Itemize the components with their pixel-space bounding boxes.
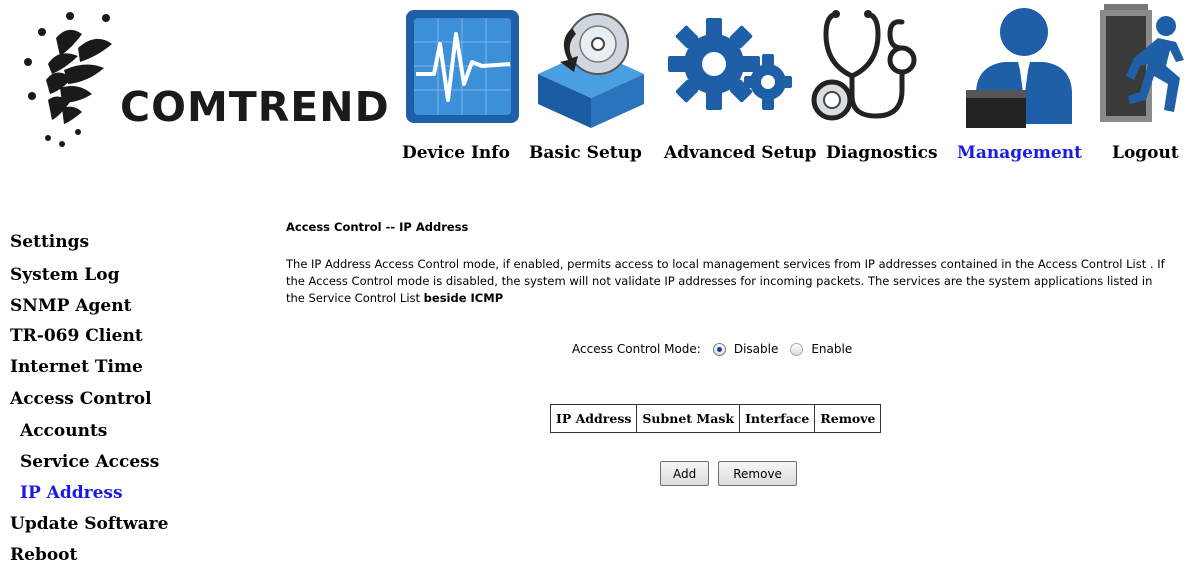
enable-radio-label: Enable — [811, 342, 853, 356]
management-icon[interactable] — [962, 4, 1074, 129]
sidebar-item-access-control[interactable]: Access Control — [10, 389, 152, 409]
sidebar-item-accounts[interactable]: Accounts — [20, 421, 107, 441]
description-text: The IP Address Access Control mode, if e… — [286, 257, 1165, 305]
sidebar: Settings System Log SNMP Agent TR-069 Cl… — [0, 204, 232, 565]
nav-basic-setup[interactable]: Basic Setup — [529, 143, 642, 163]
nav-logout[interactable]: Logout — [1112, 143, 1179, 163]
page-description: The IP Address Access Control mode, if e… — [286, 256, 1166, 307]
sidebar-item-settings[interactable]: Settings — [10, 232, 89, 252]
device-info-icon[interactable] — [400, 4, 525, 129]
nav-device-info[interactable]: Device Info — [402, 143, 510, 163]
disable-radio[interactable] — [712, 342, 726, 356]
button-row: Add Remove — [660, 461, 797, 486]
access-control-mode-label: Access Control Mode: — [572, 342, 701, 356]
nav-diagnostics[interactable]: Diagnostics — [826, 143, 938, 163]
nav-management[interactable]: Management — [957, 143, 1082, 163]
enable-radio[interactable] — [790, 342, 804, 356]
sidebar-item-tr069-client[interactable]: TR-069 Client — [10, 326, 143, 346]
page-title: Access Control -- IP Address — [286, 220, 469, 234]
diagnostics-icon[interactable] — [806, 4, 926, 129]
description-bold-text: beside ICMP — [423, 291, 504, 305]
advanced-setup-icon[interactable] — [666, 4, 796, 129]
logout-icon[interactable] — [1096, 4, 1188, 129]
remove-button[interactable]: Remove — [718, 461, 797, 486]
nav-advanced-setup[interactable]: Advanced Setup — [664, 143, 817, 163]
header: COMTREND Device Info Basic Setup Advance… — [0, 0, 1192, 204]
sidebar-item-service-access[interactable]: Service Access — [20, 452, 159, 472]
sidebar-item-system-log[interactable]: System Log — [10, 265, 119, 285]
add-button[interactable]: Add — [660, 461, 710, 486]
brand-wordmark: COMTREND — [120, 83, 388, 131]
sidebar-item-internet-time[interactable]: Internet Time — [10, 357, 143, 377]
column-header-subnet-mask: Subnet Mask — [636, 404, 741, 433]
access-control-mode-row: Access Control Mode: Disable Enable — [572, 342, 852, 356]
column-header-ip-address: IP Address — [549, 404, 638, 433]
column-header-interface: Interface — [739, 404, 816, 433]
access-control-table: IP Address Subnet Mask Interface Remove — [549, 404, 882, 433]
sidebar-item-snmp-agent[interactable]: SNMP Agent — [10, 296, 131, 316]
sidebar-item-reboot[interactable]: Reboot — [10, 545, 77, 565]
comtrend-emblem-icon — [24, 12, 112, 147]
disable-radio-label: Disable — [733, 342, 779, 356]
column-header-remove: Remove — [814, 404, 882, 433]
table-header-row: IP Address Subnet Mask Interface Remove — [549, 404, 882, 433]
sidebar-item-ip-address[interactable]: IP Address — [20, 483, 123, 503]
main-content: Access Control -- IP Address The IP Addr… — [232, 204, 1192, 560]
basic-setup-icon[interactable] — [528, 4, 654, 129]
comtrend-logo: COMTREND — [24, 12, 388, 147]
sidebar-item-update-software[interactable]: Update Software — [10, 514, 168, 534]
